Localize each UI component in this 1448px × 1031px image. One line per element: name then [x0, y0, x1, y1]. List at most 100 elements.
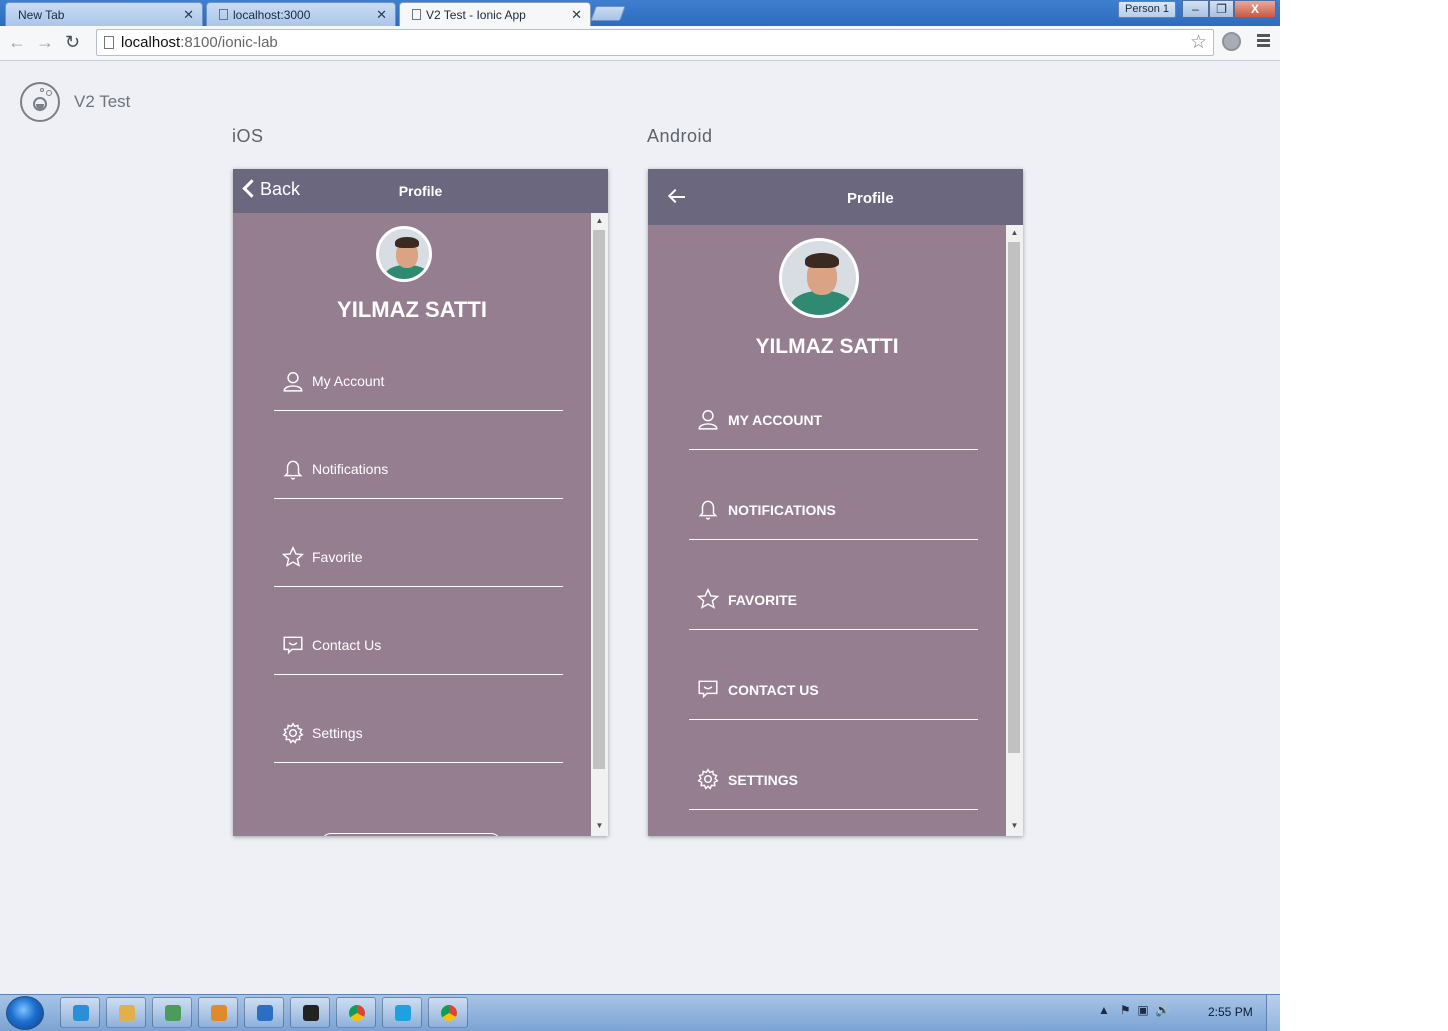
platform-label-android: Android	[647, 126, 713, 146]
media-player-icon[interactable]	[198, 997, 238, 1028]
page-title: Profile	[847, 190, 894, 207]
windows-taskbar: ▲ ⚑ ▣ 🔊 2:55 PM	[0, 994, 1280, 1031]
chrome-icon[interactable]	[336, 997, 376, 1028]
menu-item-label: SETTINGS	[728, 772, 799, 788]
tab-localhost-3000[interactable]: localhost:3000 ✕	[206, 2, 396, 26]
menu-item-label: CONTACT US	[728, 682, 819, 698]
url-path: :8100/ionic-lab	[180, 34, 278, 51]
avatar	[376, 226, 432, 282]
tab-new-tab[interactable]: New Tab ✕	[5, 2, 203, 26]
gear-icon	[282, 722, 304, 749]
ios-device-preview: Back Profile YILMAZ SATTI My Account Noti…	[233, 169, 608, 836]
photo-viewer-icon-glyph	[165, 1005, 181, 1021]
browser-titlebar: New Tab ✕ localhost:3000 ✕ V2 Test - Ion…	[0, 0, 1280, 26]
bell-icon	[697, 498, 719, 525]
partial-button[interactable]	[321, 833, 501, 836]
media-player-icon-glyph	[211, 1005, 227, 1021]
url-host: localhost	[121, 34, 181, 51]
menu-item[interactable]: Settings	[274, 676, 563, 763]
skype-icon[interactable]	[382, 997, 422, 1028]
command-prompt-icon-glyph	[303, 1005, 319, 1021]
skype-icon-glyph	[395, 1005, 411, 1021]
tab-title: localhost:3000	[233, 8, 311, 22]
menu-item-label: Notifications	[312, 461, 389, 477]
command-prompt-icon[interactable]	[290, 997, 330, 1028]
scroll-up-icon[interactable]: ▲	[591, 216, 608, 225]
internet-explorer-icon-glyph	[73, 1005, 89, 1021]
bell-icon	[282, 458, 304, 485]
vscode-icon-glyph	[257, 1005, 273, 1021]
avatar	[779, 238, 859, 318]
ios-navbar: Back Profile	[233, 169, 608, 213]
scroll-thumb[interactable]	[1008, 242, 1020, 753]
scroll-down-icon[interactable]: ▼	[591, 821, 608, 830]
address-bar[interactable]: localhost:8100/ionic-lab ☆	[96, 29, 1214, 56]
globe-icon[interactable]	[1222, 32, 1241, 51]
browser-toolbar: ← → ↻ localhost:8100/ionic-lab ☆	[0, 26, 1280, 61]
android-toolbar: Profile	[648, 169, 1023, 225]
show-desktop-button[interactable]	[1266, 995, 1280, 1031]
tab-v2-test[interactable]: V2 Test - Ionic App ✕	[399, 2, 591, 26]
scrollbar[interactable]: ▲ ▼	[1006, 225, 1023, 836]
close-icon[interactable]: ✕	[183, 7, 194, 23]
network-icon[interactable]: ▣	[1137, 1003, 1148, 1017]
page-icon	[219, 9, 228, 20]
menu-item[interactable]: MY ACCOUNT	[689, 360, 978, 450]
minimize-button[interactable]: –	[1182, 0, 1209, 18]
tab-title: New Tab	[18, 8, 65, 22]
scroll-thumb[interactable]	[593, 230, 605, 769]
chrome-canary-icon-glyph	[441, 1005, 457, 1021]
tray-expand-icon[interactable]: ▲	[1098, 1003, 1110, 1017]
vscode-icon[interactable]	[244, 997, 284, 1028]
close-window-button[interactable]: X	[1234, 0, 1276, 18]
menu-item[interactable]: Contact Us	[274, 588, 563, 675]
forward-arrow-icon[interactable]: →	[36, 32, 54, 53]
chrome-canary-icon[interactable]	[428, 997, 468, 1028]
close-icon[interactable]: ✕	[571, 7, 582, 23]
menu-item[interactable]: Notifications	[274, 412, 563, 499]
reload-icon[interactable]: ↻	[65, 32, 80, 53]
profile-name: YILMAZ SATTI	[337, 297, 487, 322]
gear-icon	[697, 768, 719, 795]
start-button[interactable]	[6, 996, 44, 1030]
star-icon	[696, 587, 720, 615]
internet-explorer-icon[interactable]	[60, 997, 100, 1028]
menu-item-label: FAVORITE	[728, 592, 797, 608]
page-title: Profile	[398, 183, 443, 199]
scroll-up-icon[interactable]: ▲	[1006, 228, 1023, 237]
page-icon	[412, 9, 421, 20]
clock[interactable]: 2:55 PM	[1208, 1005, 1253, 1019]
scroll-down-icon[interactable]: ▼	[1006, 821, 1023, 830]
system-tray: ▲ ⚑ ▣ 🔊	[1098, 1003, 1170, 1017]
menu-item[interactable]: NOTIFICATIONS	[689, 450, 978, 540]
photo-viewer-icon[interactable]	[152, 997, 192, 1028]
profile-button[interactable]: Person 1	[1118, 1, 1176, 18]
action-center-icon[interactable]: ⚑	[1120, 1003, 1131, 1017]
ionic-lab-logo	[20, 82, 60, 122]
person-icon	[697, 408, 719, 435]
star-icon	[281, 545, 305, 573]
scrollbar[interactable]: ▲ ▼	[591, 213, 608, 836]
chat-icon	[697, 678, 719, 705]
close-icon[interactable]: ✕	[376, 7, 387, 23]
tab-title: V2 Test - Ionic App	[426, 8, 526, 22]
menu-item[interactable]: SETTINGS	[689, 720, 978, 810]
restore-button[interactable]: ❐	[1209, 0, 1234, 18]
back-arrow-icon[interactable]	[667, 187, 686, 207]
app-title: V2 Test	[74, 92, 131, 111]
menu-item[interactable]: My Account	[274, 324, 563, 411]
menu-item[interactable]: FAVORITE	[689, 540, 978, 630]
menu-item-label: My Account	[312, 373, 385, 389]
menu-item[interactable]: Favorite	[274, 500, 563, 587]
menu-item[interactable]: CONTACT US	[689, 630, 978, 720]
menu-item-label: Favorite	[312, 549, 363, 565]
file-explorer-icon[interactable]	[106, 997, 146, 1028]
screen: New Tab ✕ localhost:3000 ✕ V2 Test - Ion…	[0, 0, 1280, 1031]
bookmark-star-icon[interactable]: ☆	[1190, 31, 1207, 54]
back-arrow-icon[interactable]: ←	[8, 32, 26, 53]
volume-icon[interactable]: 🔊	[1155, 1003, 1170, 1017]
new-tab-button[interactable]	[590, 6, 626, 21]
chrome-icon-glyph	[349, 1005, 365, 1021]
menu-item-label: MY ACCOUNT	[728, 412, 823, 428]
hamburger-menu-icon[interactable]	[1257, 34, 1270, 49]
